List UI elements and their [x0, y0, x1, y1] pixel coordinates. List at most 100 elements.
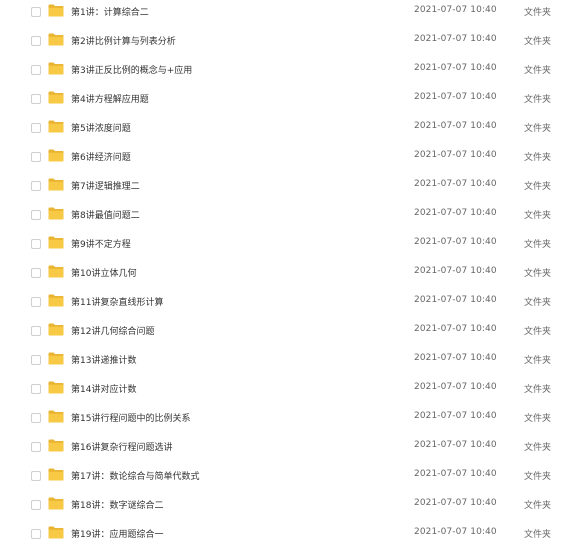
- folder-icon: [48, 265, 64, 278]
- file-row-12[interactable]: 第12讲几何综合问题 2021-07-07 10:40 文件夹: [0, 319, 581, 348]
- row-checkbox[interactable]: [31, 123, 41, 133]
- file-name-link[interactable]: 第2讲比例计算与列表分析: [71, 34, 176, 47]
- row-checkbox[interactable]: [31, 326, 41, 336]
- file-name-link[interactable]: 第16讲复杂行程问题选讲: [71, 440, 172, 453]
- file-name-link[interactable]: 第8讲最值问题二: [71, 208, 140, 221]
- file-row-18[interactable]: 第18讲：数字谜综合二 2021-07-07 10:40 文件夹: [0, 493, 581, 522]
- file-type: 文件夹: [524, 37, 552, 47]
- file-row-6[interactable]: 第6讲经济问题 2021-07-07 10:40 文件夹: [0, 145, 581, 174]
- file-name-link[interactable]: 第15讲行程问题中的比例关系: [71, 411, 190, 424]
- modified-date: 2021-07-07 10:40: [414, 179, 497, 189]
- file-name-link[interactable]: 第9讲不定方程: [71, 237, 131, 250]
- file-row-8[interactable]: 第8讲最值问题二 2021-07-07 10:40 文件夹: [0, 203, 581, 232]
- file-name-link[interactable]: 第17讲：数论综合与简单代数式: [71, 469, 199, 482]
- folder-icon: [48, 439, 64, 452]
- file-name-link[interactable]: 第5讲浓度问题: [71, 121, 131, 134]
- file-row-9[interactable]: 第9讲不定方程 2021-07-07 10:40 文件夹: [0, 232, 581, 261]
- row-checkbox[interactable]: [31, 413, 41, 423]
- file-list: 第1讲：计算综合二 2021-07-07 10:40 文件夹 第2讲比例计算与列…: [0, 0, 581, 551]
- file-name-link[interactable]: 第3讲正反比例的概念与+应用: [71, 63, 192, 76]
- folder-icon: [48, 4, 64, 17]
- row-checkbox[interactable]: [31, 94, 41, 104]
- file-row-2[interactable]: 第2讲比例计算与列表分析 2021-07-07 10:40 文件夹: [0, 29, 581, 58]
- file-type: 文件夹: [524, 298, 552, 308]
- file-row-16[interactable]: 第16讲复杂行程问题选讲 2021-07-07 10:40 文件夹: [0, 435, 581, 464]
- folder-icon: [48, 33, 64, 46]
- modified-date: 2021-07-07 10:40: [414, 63, 497, 73]
- file-name-link[interactable]: 第10讲立体几何: [71, 266, 136, 279]
- modified-date: 2021-07-07 10:40: [414, 498, 497, 508]
- file-row-7[interactable]: 第7讲逻辑推理二 2021-07-07 10:40 文件夹: [0, 174, 581, 203]
- row-checkbox[interactable]: [31, 297, 41, 307]
- modified-date: 2021-07-07 10:40: [414, 324, 497, 334]
- file-type: 文件夹: [524, 327, 552, 337]
- file-name-link[interactable]: 第13讲递推计数: [71, 353, 136, 366]
- file-row-14[interactable]: 第14讲对应计数 2021-07-07 10:40 文件夹: [0, 377, 581, 406]
- file-name-link[interactable]: 第6讲经济问题: [71, 150, 131, 163]
- row-checkbox[interactable]: [31, 239, 41, 249]
- file-row-15[interactable]: 第15讲行程问题中的比例关系 2021-07-07 10:40 文件夹: [0, 406, 581, 435]
- file-name-link[interactable]: 第12讲几何综合问题: [71, 324, 154, 337]
- file-name-link[interactable]: 第1讲：计算综合二: [71, 5, 149, 18]
- row-checkbox[interactable]: [31, 7, 41, 17]
- file-type: 文件夹: [524, 472, 552, 482]
- modified-date: 2021-07-07 10:40: [414, 266, 497, 276]
- file-type: 文件夹: [524, 269, 552, 279]
- modified-date: 2021-07-07 10:40: [414, 34, 497, 44]
- folder-icon: [48, 236, 64, 249]
- file-name-link[interactable]: 第4讲方程解应用题: [71, 92, 149, 105]
- folder-icon: [48, 497, 64, 510]
- file-row-10[interactable]: 第10讲立体几何 2021-07-07 10:40 文件夹: [0, 261, 581, 290]
- folder-icon: [48, 91, 64, 104]
- file-name-link[interactable]: 第14讲对应计数: [71, 382, 136, 395]
- file-type: 文件夹: [524, 182, 552, 192]
- folder-icon: [48, 468, 64, 481]
- row-checkbox[interactable]: [31, 442, 41, 452]
- row-checkbox[interactable]: [31, 471, 41, 481]
- folder-icon: [48, 62, 64, 75]
- row-checkbox[interactable]: [31, 152, 41, 162]
- row-checkbox[interactable]: [31, 65, 41, 75]
- file-name-link[interactable]: 第7讲逻辑推理二: [71, 179, 140, 192]
- row-checkbox[interactable]: [31, 384, 41, 394]
- file-row-4[interactable]: 第4讲方程解应用题 2021-07-07 10:40 文件夹: [0, 87, 581, 116]
- modified-date: 2021-07-07 10:40: [414, 92, 497, 102]
- file-row-11[interactable]: 第11讲复杂直线形计算 2021-07-07 10:40 文件夹: [0, 290, 581, 319]
- modified-date: 2021-07-07 10:40: [414, 5, 497, 15]
- file-type: 文件夹: [524, 501, 552, 511]
- row-checkbox[interactable]: [31, 529, 41, 539]
- file-type: 文件夹: [524, 153, 552, 163]
- file-name-link[interactable]: 第11讲复杂直线形计算: [71, 295, 163, 308]
- file-type: 文件夹: [524, 8, 552, 18]
- modified-date: 2021-07-07 10:40: [414, 440, 497, 450]
- file-type: 文件夹: [524, 66, 552, 76]
- folder-icon: [48, 294, 64, 307]
- modified-date: 2021-07-07 10:40: [414, 237, 497, 247]
- file-type: 文件夹: [524, 356, 552, 366]
- folder-icon: [48, 381, 64, 394]
- file-row-19[interactable]: 第19讲：应用题综合一 2021-07-07 10:40 文件夹: [0, 522, 581, 551]
- row-checkbox[interactable]: [31, 181, 41, 191]
- folder-icon: [48, 178, 64, 191]
- file-row-3[interactable]: 第3讲正反比例的概念与+应用 2021-07-07 10:40 文件夹: [0, 58, 581, 87]
- modified-date: 2021-07-07 10:40: [414, 382, 497, 392]
- modified-date: 2021-07-07 10:40: [414, 208, 497, 218]
- file-name-link[interactable]: 第19讲：应用题综合一: [71, 527, 163, 540]
- file-row-1[interactable]: 第1讲：计算综合二 2021-07-07 10:40 文件夹: [0, 0, 581, 29]
- row-checkbox[interactable]: [31, 355, 41, 365]
- file-row-17[interactable]: 第17讲：数论综合与简单代数式 2021-07-07 10:40 文件夹: [0, 464, 581, 493]
- row-checkbox[interactable]: [31, 210, 41, 220]
- file-row-13[interactable]: 第13讲递推计数 2021-07-07 10:40 文件夹: [0, 348, 581, 377]
- file-row-5[interactable]: 第5讲浓度问题 2021-07-07 10:40 文件夹: [0, 116, 581, 145]
- row-checkbox[interactable]: [31, 268, 41, 278]
- folder-icon: [48, 323, 64, 336]
- folder-icon: [48, 352, 64, 365]
- folder-icon: [48, 410, 64, 423]
- modified-date: 2021-07-07 10:40: [414, 295, 497, 305]
- folder-icon: [48, 149, 64, 162]
- row-checkbox[interactable]: [31, 500, 41, 510]
- modified-date: 2021-07-07 10:40: [414, 353, 497, 363]
- row-checkbox[interactable]: [31, 36, 41, 46]
- file-type: 文件夹: [524, 414, 552, 424]
- file-name-link[interactable]: 第18讲：数字谜综合二: [71, 498, 163, 511]
